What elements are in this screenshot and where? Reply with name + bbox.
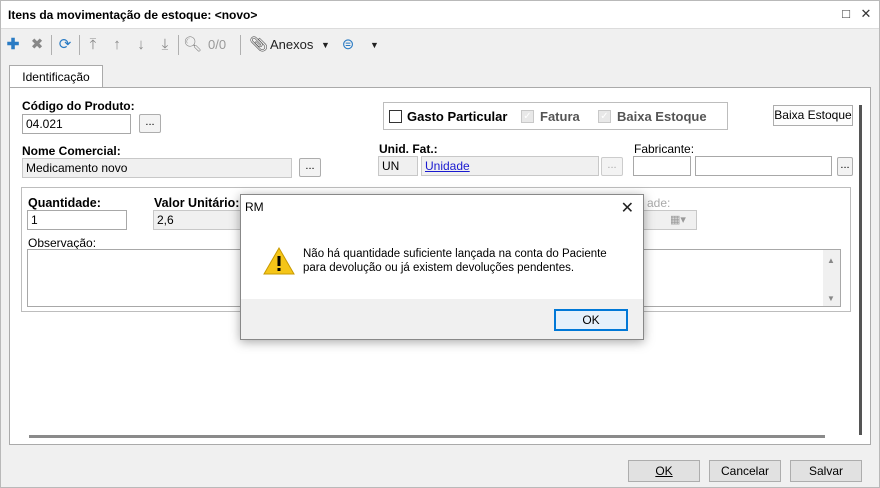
toolbar-separator	[178, 35, 179, 55]
process-icon[interactable]: ⊜	[339, 35, 357, 55]
baixa-estoque-button[interactable]: Baixa Estoque	[773, 105, 853, 126]
tab-identificacao[interactable]: Identificação	[9, 65, 103, 88]
warning-icon	[263, 247, 295, 275]
calendar-icon[interactable]: ▦▾	[670, 211, 686, 229]
window-title: Itens da movimentação de estoque: <novo>	[8, 8, 258, 22]
chevron-down-icon[interactable]: ▼	[321, 35, 330, 55]
gasto-particular-label: Gasto Particular	[407, 109, 508, 124]
ok-button[interactable]: OK	[628, 460, 700, 482]
cancel-button[interactable]: Cancelar	[709, 460, 781, 482]
scroll-down-icon[interactable]: ▼	[827, 294, 835, 303]
gasto-particular-checkbox[interactable]	[389, 110, 402, 123]
codigo-lookup-button[interactable]: ...	[139, 114, 161, 133]
baixa-estoque-label: Baixa Estoque	[617, 109, 707, 124]
fabricante-name-input[interactable]	[695, 156, 832, 176]
delete-icon[interactable]: ✖	[29, 35, 45, 55]
partial-field-label: ade:	[647, 196, 671, 210]
close-icon[interactable]: ✕	[621, 198, 634, 218]
nome-comercial-input[interactable]: Medicamento novo	[22, 158, 292, 178]
warning-dialog: RM ✕ Não há quantidade suficiente lançad…	[240, 194, 644, 340]
quantidade-input[interactable]: 1	[27, 210, 127, 230]
nome-comercial-label: Nome Comercial:	[22, 144, 121, 158]
save-button[interactable]: Salvar	[790, 460, 862, 482]
previous-record-icon[interactable]: ↑	[109, 35, 125, 55]
dialog-message-line: Não há quantidade suficiente lançada na …	[303, 248, 607, 260]
fabricante-lookup-button[interactable]: ...	[837, 157, 853, 176]
unid-fat-name-field[interactable]: Unidade	[421, 156, 599, 176]
title-bar: Itens da movimentação de estoque: <novo>…	[1, 1, 879, 29]
anexos-menu[interactable]: Anexos	[270, 35, 313, 55]
unid-lookup-button[interactable]: ...	[601, 157, 623, 176]
unid-fat-label: Unid. Fat.:	[379, 142, 438, 156]
fatura-label: Fatura	[540, 109, 580, 124]
nome-lookup-button[interactable]: ...	[299, 158, 321, 177]
last-record-icon[interactable]: ⤓	[157, 35, 173, 55]
toolbar: ✚ ✖ ⟳ ⤒ ↑ ↓ ⤓ 🔍︎ 0/0 📎︎ Anexos ▼ ⊜ ▼	[1, 30, 879, 60]
add-icon[interactable]: ✚	[5, 35, 21, 55]
chevron-down-icon[interactable]: ▼	[370, 35, 379, 55]
dialog-message: Não há quantidade suficiente lançada na …	[303, 247, 633, 275]
refresh-icon[interactable]: ⟳	[56, 35, 74, 55]
unid-fat-link[interactable]: Unidade	[425, 159, 470, 173]
observacao-label: Observação:	[28, 236, 97, 250]
fatura-checkbox[interactable]: ✓	[521, 110, 534, 123]
maximize-icon[interactable]: □	[839, 7, 853, 21]
toolbar-separator	[240, 35, 241, 55]
fabricante-code-input[interactable]	[633, 156, 691, 176]
panel-vertical-scrollbar[interactable]	[859, 105, 862, 435]
valor-unitario-label: Valor Unitário:	[154, 196, 240, 210]
record-counter: 0/0	[208, 37, 227, 52]
search-icon[interactable]: 🔍︎	[183, 35, 202, 55]
panel-horizontal-scrollbar[interactable]	[29, 435, 825, 438]
scroll-up-icon[interactable]: ▲	[827, 256, 835, 265]
partial-date-input[interactable]: ▦▾	[641, 210, 697, 230]
dialog-title: RM	[245, 200, 264, 214]
close-icon[interactable]: ✕	[859, 7, 873, 21]
next-record-icon[interactable]: ↓	[133, 35, 149, 55]
valor-unitario-input[interactable]: 2,6	[153, 210, 245, 230]
dialog-content: RM ✕ Não há quantidade suficiente lançad…	[241, 195, 643, 299]
dialog-ok-button[interactable]: OK	[554, 309, 628, 331]
toolbar-separator	[79, 35, 80, 55]
paperclip-icon[interactable]: 📎︎	[249, 35, 268, 55]
dialog-message-line: para devolução ou já existem devoluções …	[303, 262, 575, 274]
baixa-estoque-checkbox[interactable]: ✓	[598, 110, 611, 123]
codigo-input[interactable]: 04.021	[22, 114, 131, 134]
first-record-icon[interactable]: ⤒	[85, 35, 101, 55]
fabricante-label: Fabricante:	[634, 142, 695, 156]
unid-fat-code-input[interactable]: UN	[378, 156, 418, 176]
codigo-label: Código do Produto:	[22, 99, 135, 113]
quantidade-label: Quantidade:	[28, 196, 101, 210]
toolbar-separator	[51, 35, 52, 55]
observacao-scrollbar[interactable]: ▲ ▼	[823, 250, 840, 306]
